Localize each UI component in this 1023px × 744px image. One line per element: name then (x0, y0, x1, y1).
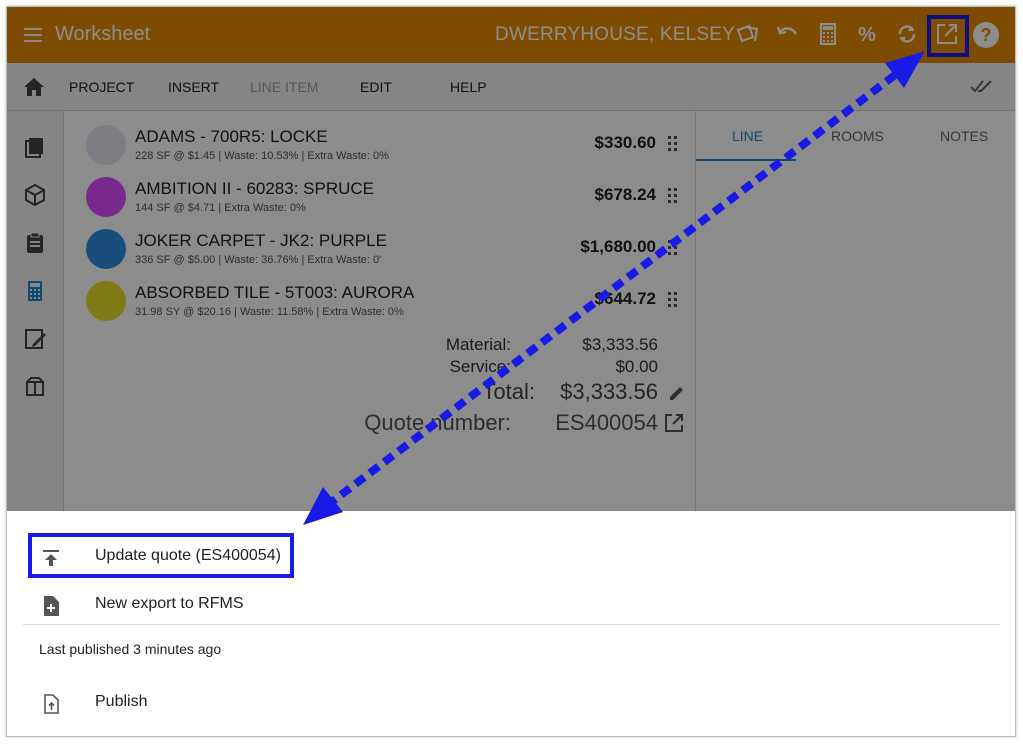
new-export-label: New export to RFMS (95, 595, 244, 612)
sheet-divider (23, 624, 1000, 625)
new-export-item[interactable]: New export to RFMS (7, 583, 1015, 627)
last-published-caption: Last published 3 minutes ago (39, 641, 222, 657)
app-window: Worksheet DWERRYHOUSE, KELSEY % ? PROJEC… (6, 6, 1016, 737)
publish-file-icon (41, 693, 61, 715)
modal-backdrop[interactable] (7, 7, 1015, 511)
update-quote-highlight-box (28, 533, 294, 578)
new-file-icon (41, 595, 61, 617)
export-bottom-sheet: Update quote (ES400054) New export to RF… (7, 511, 1015, 736)
publish-label: Publish (95, 693, 148, 710)
publish-item[interactable]: Publish (7, 681, 1015, 725)
